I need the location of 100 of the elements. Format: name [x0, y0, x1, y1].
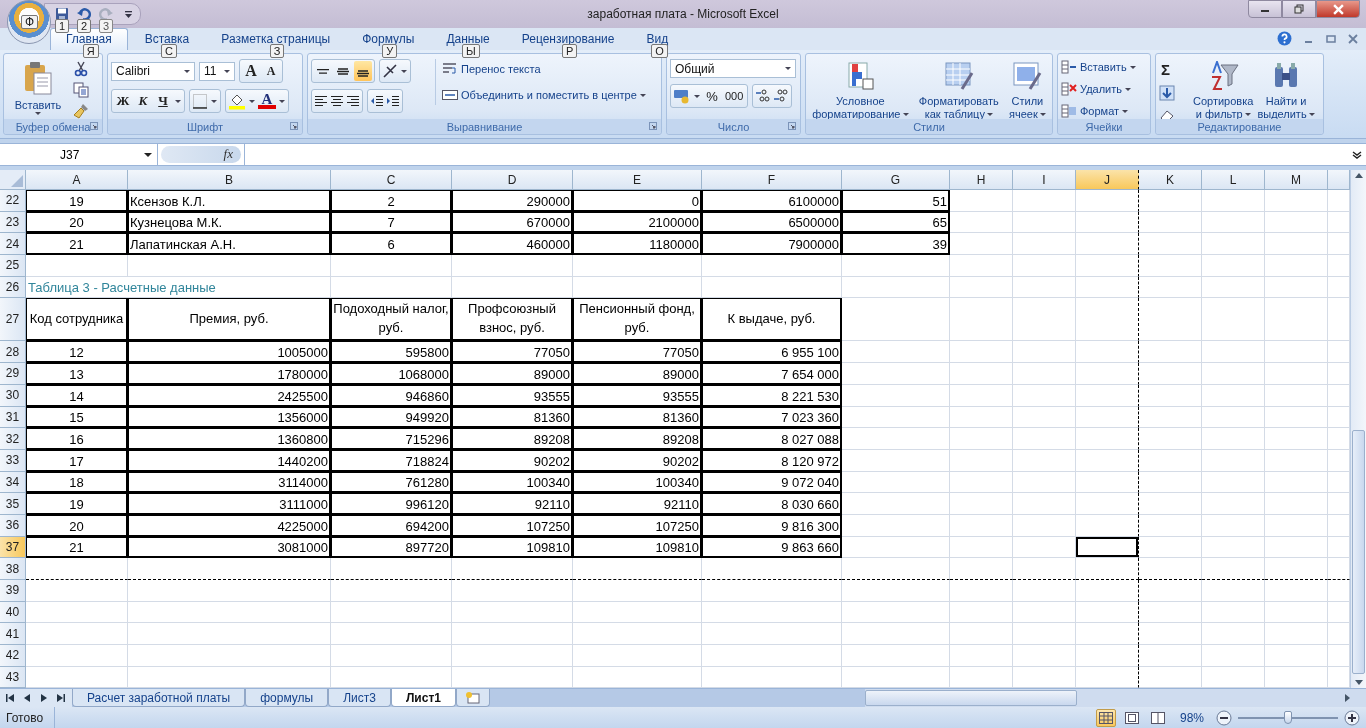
- column-header[interactable]: C: [331, 170, 452, 190]
- paste-button[interactable]: Вставить: [7, 59, 69, 115]
- fill-down-icon[interactable]: [1159, 85, 1175, 101]
- grow-font-button[interactable]: A: [242, 61, 260, 81]
- select-all-icon[interactable]: [11, 175, 23, 187]
- sheet-tab[interactable]: Лист3: [328, 689, 391, 707]
- help-icon[interactable]: [1277, 31, 1292, 46]
- row-header[interactable]: 27: [0, 298, 26, 342]
- empty-cell[interactable]: [1076, 341, 1139, 364]
- empty-cell[interactable]: [1076, 233, 1139, 256]
- dialog-launcher-icon[interactable]: [788, 122, 796, 130]
- copy-icon[interactable]: [73, 82, 89, 98]
- empty-cell[interactable]: [1076, 298, 1139, 342]
- row-header[interactable]: 33: [0, 449, 26, 472]
- empty-cell[interactable]: [1076, 190, 1139, 212]
- empty-cell[interactable]: [1076, 384, 1139, 407]
- row-header[interactable]: 35: [0, 493, 26, 515]
- column-header[interactable]: E: [573, 170, 702, 190]
- row-header[interactable]: 25: [0, 255, 26, 277]
- empty-cell[interactable]: [1076, 363, 1139, 385]
- increase-decimal-icon[interactable]: [755, 89, 772, 103]
- sheet-tab[interactable]: Лист1: [390, 689, 456, 707]
- row-header[interactable]: 29: [0, 363, 26, 385]
- row-header[interactable]: 40: [0, 601, 26, 624]
- empty-cell[interactable]: [1076, 471, 1139, 494]
- thousands-button[interactable]: 000: [723, 86, 746, 106]
- scroll-thumb[interactable]: [864, 690, 1077, 706]
- empty-cell[interactable]: [1076, 255, 1139, 277]
- row-header[interactable]: 37: [0, 536, 26, 559]
- autosum-button[interactable]: Σ: [1159, 59, 1189, 79]
- align-bottom-button[interactable]: [354, 61, 372, 81]
- column-header[interactable]: A: [26, 170, 128, 190]
- close-button[interactable]: [1316, 0, 1360, 18]
- brush-icon[interactable]: [73, 103, 89, 119]
- font-size-field[interactable]: 11: [199, 61, 235, 81]
- decrease-indent-icon[interactable]: [370, 95, 384, 107]
- increase-indent-icon[interactable]: [386, 95, 400, 107]
- row-header[interactable]: 42: [0, 645, 26, 667]
- format-cells-button[interactable]: Формат: [1061, 103, 1129, 119]
- empty-cell[interactable]: [1076, 623, 1139, 646]
- dialog-launcher-icon[interactable]: [90, 122, 98, 130]
- empty-cell[interactable]: [1076, 514, 1139, 537]
- delete-cells-button[interactable]: Удалить: [1061, 81, 1131, 97]
- row-header[interactable]: 39: [0, 580, 26, 602]
- next-sheet-icon[interactable]: [40, 694, 48, 702]
- merge-center-button[interactable]: Объединить и поместить в центре: [442, 85, 646, 105]
- zoom-level[interactable]: 98%: [1179, 710, 1204, 725]
- zoom-in-icon[interactable]: [1344, 709, 1360, 726]
- close-icon[interactable]: [1348, 33, 1358, 44]
- row-header[interactable]: 30: [0, 384, 26, 407]
- column-header[interactable]: H: [950, 170, 1013, 190]
- empty-cell[interactable]: [1076, 276, 1139, 299]
- find-select-button[interactable]: Найти и выделить: [1257, 59, 1315, 121]
- borders-icon[interactable]: [192, 93, 208, 109]
- column-header[interactable]: K: [1139, 170, 1202, 190]
- number-format-field[interactable]: Общий: [670, 59, 796, 78]
- dialog-launcher-icon[interactable]: [290, 122, 298, 130]
- row-header[interactable]: 43: [0, 666, 26, 688]
- align-right-icon[interactable]: [346, 95, 360, 107]
- scroll-right-icon[interactable]: [1345, 694, 1350, 702]
- currency-icon[interactable]: [673, 88, 691, 104]
- vertical-scrollbar[interactable]: [1350, 170, 1366, 688]
- insert-function-button[interactable]: fx: [161, 146, 241, 163]
- empty-cell[interactable]: [1076, 428, 1139, 450]
- align-center-icon[interactable]: [330, 95, 344, 107]
- save-button[interactable]: [55, 7, 69, 21]
- fill-color-icon[interactable]: [228, 92, 246, 110]
- row-header[interactable]: 22: [0, 190, 26, 212]
- scroll-thumb[interactable]: [1352, 430, 1365, 674]
- row-header[interactable]: 34: [0, 471, 26, 494]
- bold-button[interactable]: Ж: [114, 91, 132, 111]
- align-left-icon[interactable]: [314, 95, 328, 107]
- wrap-text-button[interactable]: Перенос текста: [442, 59, 646, 79]
- cell-styles-button[interactable]: Стили ячеек: [1009, 59, 1046, 121]
- scroll-up-icon[interactable]: [1354, 173, 1363, 178]
- row-header[interactable]: 28: [0, 341, 26, 364]
- font-name-field[interactable]: Calibri: [111, 61, 195, 81]
- zoom-out-icon[interactable]: [1216, 709, 1232, 726]
- scissors-icon[interactable]: [73, 61, 89, 77]
- slider-thumb[interactable]: [1284, 711, 1292, 724]
- sheet-tab[interactable]: Расчет заработной платы: [72, 689, 246, 707]
- percent-button[interactable]: %: [703, 86, 721, 106]
- insert-sheet-button[interactable]: [455, 689, 490, 707]
- restore-icon[interactable]: [1326, 33, 1336, 44]
- row-header[interactable]: 31: [0, 406, 26, 429]
- last-sheet-icon[interactable]: [57, 694, 65, 702]
- italic-button[interactable]: К: [134, 91, 152, 111]
- scroll-down-icon[interactable]: [1354, 680, 1363, 685]
- column-header[interactable]: I: [1013, 170, 1076, 190]
- row-header[interactable]: 24: [0, 233, 26, 256]
- shrink-font-button[interactable]: A: [262, 61, 280, 81]
- empty-cell[interactable]: [1076, 449, 1139, 472]
- empty-cell[interactable]: [1076, 558, 1139, 580]
- empty-cell[interactable]: [1076, 493, 1139, 515]
- empty-cell[interactable]: [1076, 601, 1139, 624]
- empty-cell[interactable]: [1076, 645, 1139, 667]
- expand-icon[interactable]: [1352, 150, 1362, 159]
- row-header[interactable]: 32: [0, 428, 26, 450]
- row-header[interactable]: 26: [0, 276, 26, 299]
- orientation-icon[interactable]: [382, 63, 398, 79]
